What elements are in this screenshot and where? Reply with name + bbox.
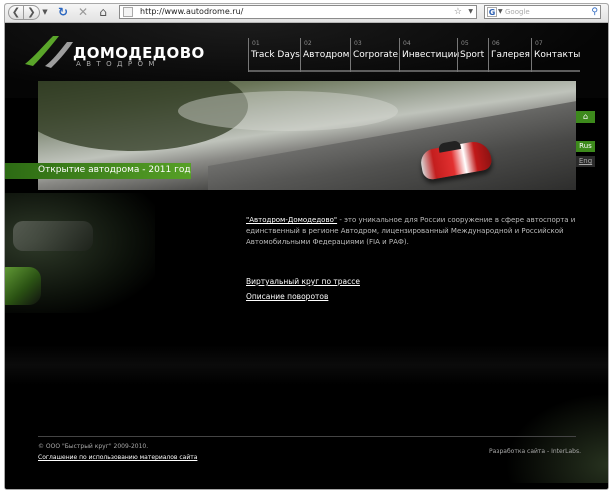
back-arrow-icon[interactable]: ❮	[8, 5, 24, 20]
forward-arrow-icon[interactable]: ❯	[24, 5, 40, 20]
background-car-grey	[13, 221, 93, 251]
web-page: ДОМОДЕДОВО АВТОДРОМ 01 Track Days 02 Авт…	[5, 23, 608, 489]
dark-band	[5, 345, 608, 385]
menu-item-gallery[interactable]: 06 Галерея	[488, 38, 531, 72]
hero-caption: Открытие автодрома - 2011 год	[38, 165, 191, 175]
search-input[interactable]: Google	[505, 6, 530, 18]
menu-label[interactable]: Sport	[460, 50, 484, 60]
developer-credit[interactable]: Разработка сайта - InterLabs.	[489, 448, 581, 455]
menu-label[interactable]: Автодром	[303, 50, 349, 60]
menu-label[interactable]: Track Days	[251, 50, 300, 60]
search-icon[interactable]: ⚲	[591, 6, 598, 18]
menu-label[interactable]: Инвестиции	[402, 50, 459, 60]
browser-toolbar: ❮ ❯ ▼ ↻ ✕ ⌂ http://www.autodrome.ru/ ☆ ▼…	[5, 4, 608, 23]
menu-number: 02	[304, 40, 312, 47]
turns-description-link[interactable]: Описание поворотов	[246, 292, 328, 301]
hero-blur-light	[178, 91, 398, 131]
menu-item-autodrome[interactable]: 02 Автодром	[300, 38, 350, 72]
bookmark-star-icon[interactable]: ☆	[454, 6, 462, 18]
menu-item-corporate[interactable]: 03 Corporate	[350, 38, 400, 72]
history-dropdown-icon[interactable]: ▼	[40, 5, 50, 20]
logo-subtitle: АВТОДРОМ	[76, 60, 160, 68]
menu-number: 04	[403, 40, 411, 47]
menu-number: 03	[354, 40, 362, 47]
autodrome-link[interactable]: "Автодром-Домодедово"	[246, 216, 337, 224]
menu-underline	[532, 70, 580, 72]
menu-underline	[351, 70, 400, 72]
menu-item-sport[interactable]: 05 Sport	[457, 38, 488, 72]
background-car-green	[5, 267, 41, 305]
menu-underline	[249, 70, 300, 72]
menu-label[interactable]: Контакты	[534, 50, 580, 60]
menu-underline	[489, 70, 531, 72]
home-icon[interactable]: ⌂	[576, 111, 595, 123]
menu-item-contacts[interactable]: 07 Контакты	[531, 38, 580, 72]
intro-paragraph: "Автодром-Домодедово" - это уникальное д…	[246, 215, 576, 248]
page-favicon-icon	[123, 7, 133, 17]
copyright-text: © ООО "Быстрый круг" 2009-2010.	[38, 443, 149, 450]
lang-eng-button[interactable]: Eng	[576, 156, 595, 167]
menu-item-investments[interactable]: 04 Инвестиции	[399, 38, 459, 72]
stop-icon[interactable]: ✕	[76, 5, 90, 20]
menu-underline	[301, 70, 350, 72]
search-box[interactable]: G ▼ Google ⚲	[484, 5, 601, 19]
menu-underline	[400, 70, 458, 72]
menu-number: 01	[252, 40, 260, 47]
reload-icon[interactable]: ↻	[56, 5, 70, 20]
right-background-glow	[505, 393, 608, 483]
search-engine-icon[interactable]: G	[487, 7, 497, 17]
menu-underline	[458, 70, 488, 72]
logo-mark-icon[interactable]	[23, 32, 78, 72]
lang-rus-button[interactable]: Rus	[576, 141, 595, 152]
address-dropdown-icon[interactable]: ▼	[468, 6, 473, 18]
footer-divider	[38, 436, 576, 437]
home-icon[interactable]: ⌂	[96, 5, 110, 20]
menu-item-track-days[interactable]: 01 Track Days	[248, 38, 300, 72]
hero-caption-bar: Открытие автодрома - 2011 год	[5, 163, 191, 179]
address-bar[interactable]: http://www.autodrome.ru/ ☆ ▼	[119, 5, 477, 19]
menu-label[interactable]: Corporate	[353, 50, 398, 60]
search-engine-dropdown-icon[interactable]: ▼	[498, 6, 503, 18]
menu-number: 07	[535, 40, 543, 47]
browser-window: ❮ ❯ ▼ ↻ ✕ ⌂ http://www.autodrome.ru/ ☆ ▼…	[4, 3, 609, 490]
menu-label[interactable]: Галерея	[491, 50, 530, 60]
virtual-lap-link[interactable]: Виртуальный круг по трассе	[246, 277, 360, 286]
terms-link[interactable]: Соглашение по использованию материалов с…	[38, 454, 197, 461]
menu-number: 06	[492, 40, 500, 47]
menu-number: 05	[461, 40, 469, 47]
address-input[interactable]: http://www.autodrome.ru/	[140, 6, 243, 18]
